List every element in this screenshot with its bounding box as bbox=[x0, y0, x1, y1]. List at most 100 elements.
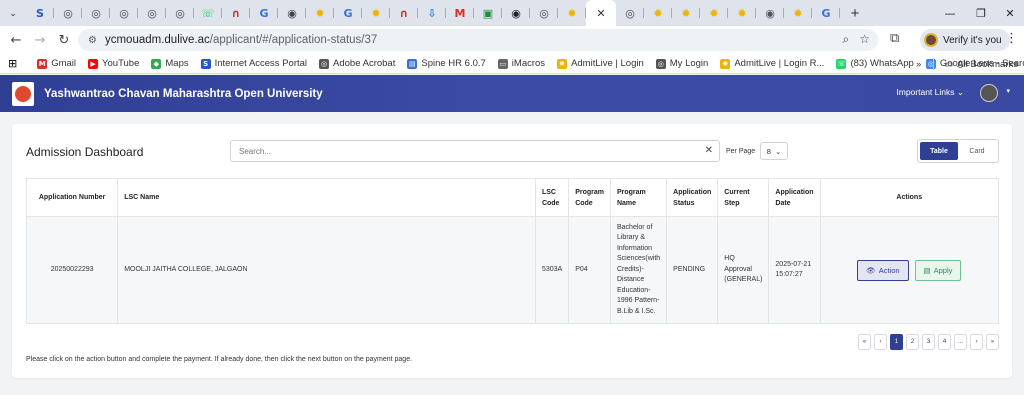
page-button[interactable]: ‹ bbox=[874, 334, 887, 350]
bookmark-item[interactable]: ☏ (83) WhatsApp bbox=[836, 58, 914, 69]
url-omnibox[interactable]: ⚙ ycmouadm.dulive.ac/applicant/#/applica… bbox=[78, 29, 878, 51]
view-toggle: Table Card bbox=[917, 139, 999, 163]
browser-tab[interactable]: G bbox=[250, 0, 278, 26]
page-button[interactable]: 4 bbox=[938, 334, 951, 350]
page-button[interactable]: 3 bbox=[922, 334, 935, 350]
card-view-button[interactable]: Card bbox=[958, 142, 996, 160]
tab-favicon-icon: ◉ bbox=[765, 6, 775, 20]
browser-tab[interactable]: ◎ bbox=[530, 0, 558, 26]
all-bookmarks-link[interactable]: All Bookmarks bbox=[957, 59, 1018, 70]
browser-tab[interactable]: ✹ bbox=[672, 0, 700, 26]
browser-tab[interactable]: ◉ bbox=[278, 0, 306, 26]
browser-menu-icon[interactable]: ⋮ bbox=[1005, 31, 1018, 46]
table-row: 20250022293 MOOLJI JAITHA COLLEGE, JALGA… bbox=[25, 216, 1000, 324]
browser-tab[interactable]: ◎ bbox=[82, 0, 110, 26]
browser-tab[interactable]: ✹ bbox=[700, 0, 728, 26]
site-info-icon[interactable]: ⚙ bbox=[88, 35, 97, 46]
user-menu-chevron-icon[interactable]: ▾ bbox=[1006, 87, 1010, 95]
browser-tab[interactable]: ◎ bbox=[54, 0, 82, 26]
bookmark-item[interactable]: ▶ YouTube bbox=[88, 58, 139, 69]
tab-search-icon[interactable]: ⌄ bbox=[4, 4, 22, 22]
browser-tab[interactable]: ✹ bbox=[306, 0, 334, 26]
browser-tab[interactable]: ◎ bbox=[166, 0, 194, 26]
tab-favicon-icon: ✹ bbox=[737, 6, 747, 20]
browser-tab[interactable]: ▣ bbox=[474, 0, 502, 26]
page-button[interactable]: « bbox=[858, 334, 871, 350]
back-icon[interactable]: ← bbox=[4, 28, 28, 52]
browser-tab[interactable]: ✹ bbox=[784, 0, 812, 26]
reload-icon[interactable]: ↻ bbox=[52, 28, 76, 52]
browser-tab[interactable]: M bbox=[446, 0, 474, 26]
col-lsc-name[interactable]: LSC Name bbox=[117, 178, 536, 217]
browser-tab[interactable]: ✹ bbox=[644, 0, 672, 26]
bookmark-item[interactable]: ◆ Maps bbox=[151, 58, 189, 69]
user-avatar[interactable] bbox=[980, 84, 998, 102]
zoom-search-icon[interactable]: ⌕ bbox=[843, 32, 850, 47]
bookmark-favicon-icon: ▤ bbox=[407, 58, 418, 69]
col-current-step[interactable]: Current Step bbox=[717, 178, 770, 217]
bookmark-item[interactable]: M Gmail bbox=[37, 58, 76, 69]
chevron-down-icon: ⌄ bbox=[774, 146, 782, 156]
bookmark-item[interactable]: ▭ iMacros bbox=[497, 58, 545, 69]
university-logo[interactable] bbox=[12, 81, 34, 106]
browser-tab[interactable]: ⇩ bbox=[418, 0, 446, 26]
verify-label: Verify it's you bbox=[943, 34, 1002, 46]
forward-icon[interactable]: → bbox=[28, 28, 52, 52]
active-tab[interactable]: ✕ bbox=[586, 0, 616, 26]
chevron-down-icon: ⌄ bbox=[956, 87, 964, 97]
pagination: «‹ 1 2 3 4... ›» bbox=[858, 334, 999, 350]
bookmark-item[interactable]: ✹ AdmitLive | Login R... bbox=[720, 58, 824, 69]
bookmark-item[interactable]: ▤ Spine HR 6.0.7 bbox=[407, 58, 486, 69]
page-button[interactable]: ... bbox=[954, 334, 967, 350]
tab-favicon-icon: ✹ bbox=[315, 6, 325, 20]
browser-tab[interactable]: ✹ bbox=[558, 0, 586, 26]
page-button[interactable]: 2 bbox=[906, 334, 919, 350]
close-window-icon[interactable]: ✕ bbox=[990, 0, 1024, 26]
browser-tab[interactable]: ☏ bbox=[194, 0, 222, 26]
browser-tab[interactable]: G bbox=[334, 0, 362, 26]
col-application-status[interactable]: Application Status bbox=[666, 178, 719, 217]
table-view-button[interactable]: Table bbox=[920, 142, 958, 160]
page-button[interactable]: 1 bbox=[890, 334, 903, 350]
browser-tab[interactable]: G bbox=[812, 0, 840, 26]
apps-grid-icon[interactable]: ⊞ bbox=[8, 57, 17, 70]
page-button[interactable]: » bbox=[986, 334, 999, 350]
tab-favicon-icon: ✹ bbox=[653, 6, 663, 20]
bookmark-separator bbox=[933, 58, 935, 70]
url-host: ycmouadm.dulive.ac bbox=[104, 34, 210, 46]
browser-tab[interactable]: ∩ bbox=[222, 0, 250, 26]
col-application-number[interactable]: Application Number bbox=[25, 178, 119, 217]
clear-search-icon[interactable]: ✕ bbox=[705, 145, 713, 156]
bookmarks-more-icon[interactable]: » bbox=[916, 59, 921, 70]
extensions-icon[interactable]: ⧉ bbox=[890, 31, 899, 46]
bookmark-item[interactable]: S Internet Access Portal bbox=[200, 58, 307, 69]
action-button[interactable]: 👁 Action bbox=[857, 259, 909, 281]
browser-tab[interactable]: ∩ bbox=[390, 0, 418, 26]
browser-tab[interactable]: S bbox=[26, 0, 54, 26]
important-links-menu[interactable]: Important Links ⌄ bbox=[896, 87, 964, 98]
browser-tab[interactable]: ✹ bbox=[362, 0, 390, 26]
new-tab-button[interactable]: + bbox=[844, 2, 866, 24]
bookmark-label: Maps bbox=[165, 58, 189, 69]
apply-button[interactable]: ▤ Apply bbox=[914, 259, 962, 281]
per-page-select[interactable]: 8 ⌄ bbox=[760, 142, 788, 160]
bookmark-item[interactable]: ◎ My Login bbox=[655, 58, 708, 69]
page-button[interactable]: › bbox=[970, 334, 983, 350]
browser-tab[interactable]: ◎ bbox=[110, 0, 138, 26]
browser-tab[interactable]: ◉ bbox=[756, 0, 784, 26]
search-input[interactable] bbox=[231, 141, 681, 162]
browser-tab-strip: ⌄ S ◎ ◎ ◎ ◎ ◎ ☏ ∩ G ◉ ✹ G ✹ ∩ ⇩ M ▣ ◉ ◎ ✹ ✕ ◎ ✹ ✹ ✹ ✹ ◉ ✹ G + — ❐ … bbox=[0, 0, 1024, 26]
browser-tab[interactable]: ◉ bbox=[502, 0, 530, 26]
col-program-code[interactable]: Program Code bbox=[568, 178, 611, 217]
col-program-name[interactable]: Program Name bbox=[609, 178, 668, 217]
profile-verify-button[interactable]: Verify it's you bbox=[920, 29, 1010, 51]
bookmark-star-icon[interactable]: ☆ bbox=[859, 32, 870, 47]
bookmark-item[interactable]: ✹ AdmitLive | Login bbox=[557, 58, 644, 69]
browser-tab[interactable]: ◎ bbox=[616, 0, 644, 26]
col-application-date[interactable]: Application Date bbox=[768, 178, 821, 217]
browser-tab[interactable]: ✹ bbox=[728, 0, 756, 26]
browser-tab[interactable]: ◎ bbox=[138, 0, 166, 26]
close-tab-icon[interactable]: ✕ bbox=[596, 7, 605, 20]
col-lsc-code[interactable]: LSC Code bbox=[534, 178, 570, 217]
bookmark-item[interactable]: ◎ Adobe Acrobat bbox=[319, 58, 395, 69]
